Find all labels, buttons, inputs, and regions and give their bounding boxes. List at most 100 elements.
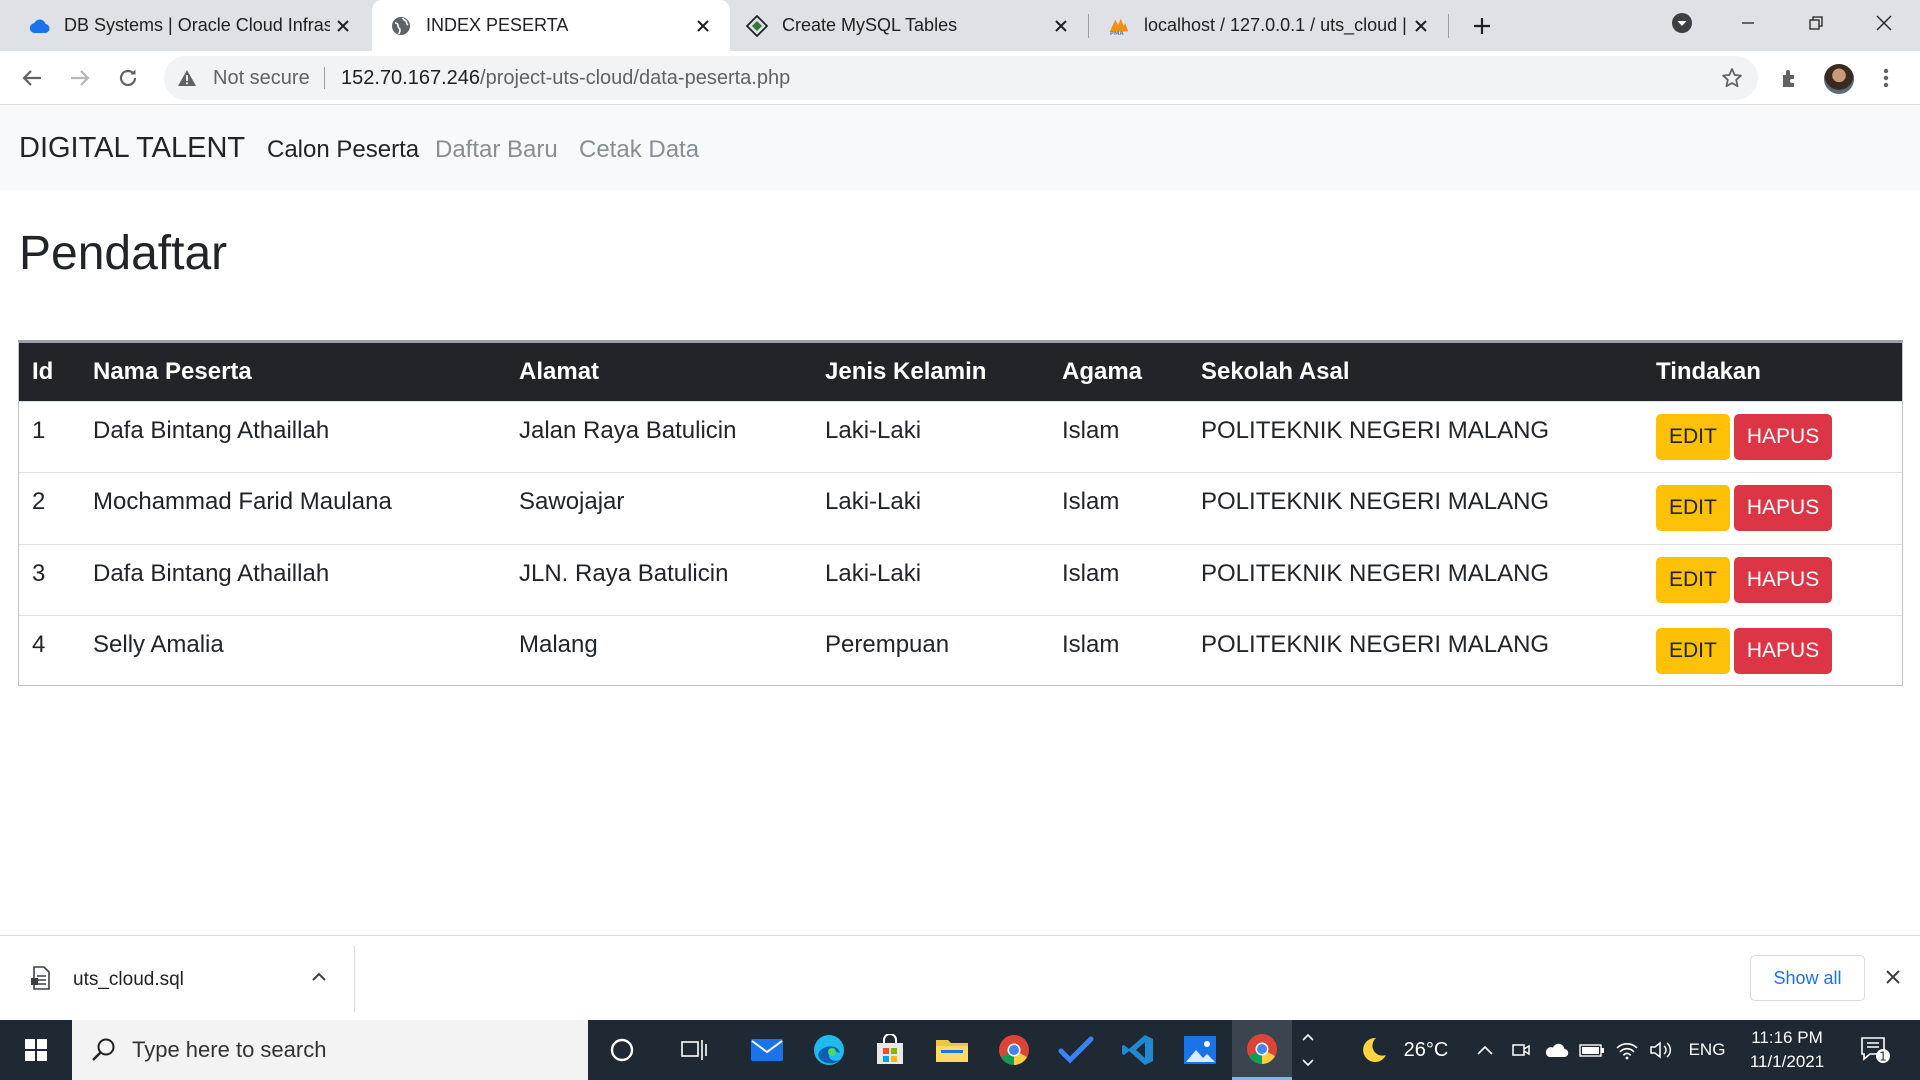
nav-calon-peserta[interactable]: Calon Peserta	[267, 136, 419, 164]
edit-button[interactable]: EDIT	[1656, 413, 1730, 460]
weather-temperature[interactable]: 26°C	[1396, 1020, 1456, 1080]
system-clock[interactable]: 11:16 PM 11/1/2021	[1742, 1026, 1832, 1074]
file-explorer-icon[interactable]	[922, 1020, 982, 1080]
weather-icon[interactable]	[1354, 1020, 1394, 1080]
delete-button[interactable]: HAPUS	[1733, 485, 1833, 531]
download-divider	[354, 946, 355, 1012]
battery-icon[interactable]	[1576, 1020, 1608, 1080]
store-icon[interactable]	[860, 1020, 920, 1080]
chrome-icon[interactable]	[984, 1020, 1044, 1080]
volume-icon[interactable]	[1646, 1020, 1676, 1080]
column-header-id: Id	[32, 357, 54, 385]
close-shelf-icon[interactable]	[1880, 964, 1906, 990]
search-placeholder: Type here to search	[132, 1037, 327, 1062]
page-title: Pendaftar	[19, 227, 228, 280]
table-row: 3 Dafa Bintang Athaillah JLN. Raya Batul…	[19, 544, 1902, 616]
todo-icon[interactable]	[1046, 1020, 1106, 1080]
cloud-icon	[28, 15, 50, 37]
nav-daftar-baru[interactable]: Daftar Baru	[435, 136, 558, 164]
restore-button[interactable]	[1788, 0, 1844, 46]
nav-cetak-data[interactable]: Cetak Data	[579, 136, 699, 164]
chrome-active-icon[interactable]	[1232, 1020, 1292, 1080]
language-indicator[interactable]: ENG	[1682, 1020, 1732, 1080]
close-tab-icon[interactable]	[330, 13, 356, 39]
tab-index-peserta[interactable]: INDEX PESERTA	[372, 0, 730, 51]
close-tab-icon[interactable]	[1048, 13, 1074, 39]
close-tab-icon[interactable]	[1408, 13, 1434, 39]
browser-menu-icon[interactable]	[1868, 60, 1904, 96]
tab-title: localhost / 127.0.0.1 / uts_cloud |	[1144, 15, 1407, 35]
tab-title: Create MySQL Tables	[782, 15, 958, 35]
security-label[interactable]: Not secure	[213, 67, 310, 90]
vscode-icon[interactable]	[1108, 1020, 1168, 1080]
cell-actions: EDIT HAPUS	[1643, 616, 1902, 688]
cell-id: 1	[32, 416, 46, 444]
reload-button[interactable]	[110, 60, 146, 96]
delete-button[interactable]: HAPUS	[1733, 628, 1833, 674]
mail-icon[interactable]	[737, 1020, 797, 1080]
address-bar[interactable]: Not secure 152.70.167.246/project-uts-cl…	[164, 56, 1758, 100]
minimize-button[interactable]	[1720, 0, 1776, 46]
cell-id: 4	[32, 631, 46, 658]
address-divider	[324, 67, 325, 89]
notification-center-icon[interactable]: 1	[1850, 1020, 1900, 1080]
chevron-up-icon[interactable]	[308, 966, 330, 988]
globe-icon	[390, 15, 412, 37]
edge-icon[interactable]	[799, 1020, 859, 1080]
navbar-brand[interactable]: DIGITAL TALENT	[19, 132, 245, 165]
cell-actions: EDIT HAPUS	[1643, 473, 1902, 545]
svg-text:PMA: PMA	[1110, 31, 1125, 36]
edit-button[interactable]: EDIT	[1656, 628, 1730, 674]
diamond-icon	[746, 14, 768, 37]
column-header-jenis-kelamin: Jenis Kelamin	[825, 357, 987, 385]
close-window-button[interactable]	[1856, 0, 1912, 46]
show-all-button[interactable]: Show all	[1750, 955, 1865, 1001]
download-filename[interactable]: uts_cloud.sql	[73, 969, 184, 991]
tab-create-mysql[interactable]: Create MySQL Tables	[728, 0, 1088, 51]
forward-button[interactable]	[62, 60, 98, 96]
edit-button[interactable]: EDIT	[1656, 485, 1730, 531]
profile-avatar[interactable]	[1824, 64, 1854, 94]
cell-nama: Selly Amalia	[93, 631, 224, 658]
cortana-icon[interactable]	[592, 1020, 652, 1080]
tab-title: DB Systems | Oracle Cloud Infrast	[64, 15, 330, 35]
cell-agama: Islam	[1062, 631, 1120, 658]
taskbar-search-box[interactable]: Type here to search	[72, 1020, 588, 1080]
new-tab-button[interactable]	[1466, 10, 1498, 42]
warning-icon[interactable]	[176, 67, 198, 89]
wifi-icon[interactable]	[1612, 1020, 1642, 1080]
chevron-up-icon[interactable]	[1470, 1020, 1500, 1080]
photos-icon[interactable]	[1170, 1020, 1230, 1080]
meet-now-icon[interactable]	[1506, 1020, 1536, 1080]
tab-separator	[1448, 14, 1449, 38]
cell-nama: Mochammad Farid Maulana	[93, 488, 392, 515]
cell-jenis-kelamin: Laki-Laki	[825, 488, 922, 515]
close-tab-icon[interactable]	[690, 13, 716, 39]
windows-start-icon[interactable]	[0, 1020, 72, 1080]
url-path: /project-uts-cloud/data-peserta.php	[480, 67, 791, 89]
tab-search-button[interactable]	[1654, 0, 1710, 46]
taskbar-scroll-icon[interactable]	[1296, 1020, 1320, 1080]
onedrive-icon[interactable]	[1540, 1020, 1572, 1080]
delete-button[interactable]: HAPUS	[1733, 413, 1833, 460]
cell-jenis-kelamin: Perempuan	[825, 631, 950, 658]
table-row: 4 Selly Amalia Malang Perempuan Islam PO…	[19, 615, 1902, 688]
clock-time: 11:16 PM	[1751, 1028, 1823, 1047]
cell-actions: EDIT HAPUS	[1643, 544, 1902, 616]
extensions-icon[interactable]	[1772, 60, 1808, 96]
edit-button[interactable]: EDIT	[1656, 556, 1730, 603]
task-view-icon[interactable]	[664, 1020, 724, 1080]
tab-oracle-cloud[interactable]: DB Systems | Oracle Cloud Infrast	[10, 0, 370, 51]
delete-button[interactable]: HAPUS	[1733, 556, 1833, 603]
windows-taskbar: Type here to search 26°C ENG 11:16 PM 11…	[0, 1020, 1920, 1080]
tab-title: INDEX PESERTA	[426, 15, 569, 35]
tab-phpmyadmin[interactable]: PMA localhost / 127.0.0.1 / uts_cloud |	[1090, 0, 1448, 51]
browser-toolbar: Not secure 152.70.167.246/project-uts-cl…	[0, 51, 1920, 105]
url-text[interactable]: 152.70.167.246/project-uts-cloud/data-pe…	[341, 67, 790, 90]
bookmark-star-icon[interactable]	[1720, 66, 1744, 90]
cell-nama: Dafa Bintang Athaillah	[93, 559, 330, 587]
cell-id: 3	[32, 559, 46, 587]
column-header-alamat: Alamat	[519, 357, 600, 385]
back-button[interactable]	[14, 60, 50, 96]
file-icon	[30, 966, 52, 990]
